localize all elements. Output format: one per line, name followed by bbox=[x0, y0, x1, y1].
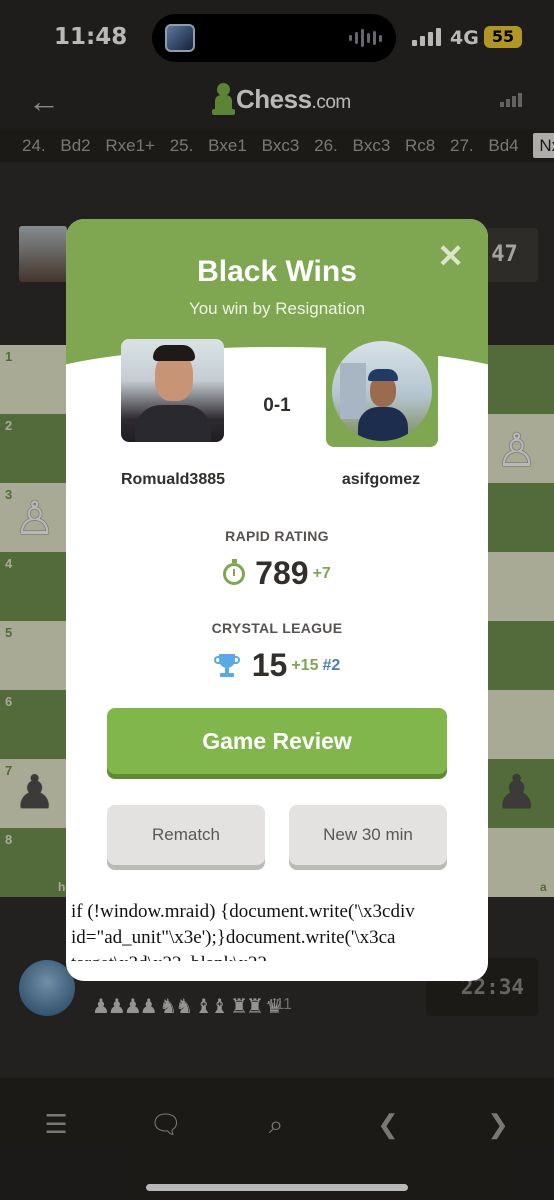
white-player-avatar[interactable] bbox=[121, 339, 224, 442]
league-points: 15 bbox=[251, 647, 288, 683]
rating-label: RAPID RATING bbox=[225, 528, 329, 544]
rating-delta: +7 bbox=[312, 564, 331, 582]
black-player-avatar[interactable] bbox=[332, 341, 432, 441]
white-player-name[interactable]: Romuald3885 bbox=[96, 471, 250, 489]
rating-value: 789 bbox=[255, 555, 309, 591]
new-game-button[interactable]: New 30 min bbox=[289, 805, 447, 865]
game-over-modal: ✕ Black Wins You win by Resignation 0-1 … bbox=[66, 219, 488, 981]
rating-row: 789 +7 bbox=[66, 555, 488, 592]
result-subtitle: You win by Resignation bbox=[188, 299, 366, 318]
league-label: CRYSTAL LEAGUE bbox=[211, 620, 343, 636]
rematch-button[interactable]: Rematch bbox=[107, 805, 265, 865]
league-rank: #2 bbox=[322, 656, 341, 674]
game-review-button[interactable]: Game Review bbox=[107, 708, 447, 774]
ad-code-text: if (!window.mraid) {document.write('\x3c… bbox=[71, 901, 415, 961]
black-player-name[interactable]: asifgomez bbox=[304, 471, 458, 489]
result-title: Black Wins bbox=[197, 255, 357, 288]
stopwatch-icon bbox=[223, 558, 246, 585]
league-delta: +15 bbox=[291, 656, 319, 674]
league-row: 15 +15 #2 bbox=[66, 647, 488, 684]
trophy-icon bbox=[213, 653, 240, 678]
